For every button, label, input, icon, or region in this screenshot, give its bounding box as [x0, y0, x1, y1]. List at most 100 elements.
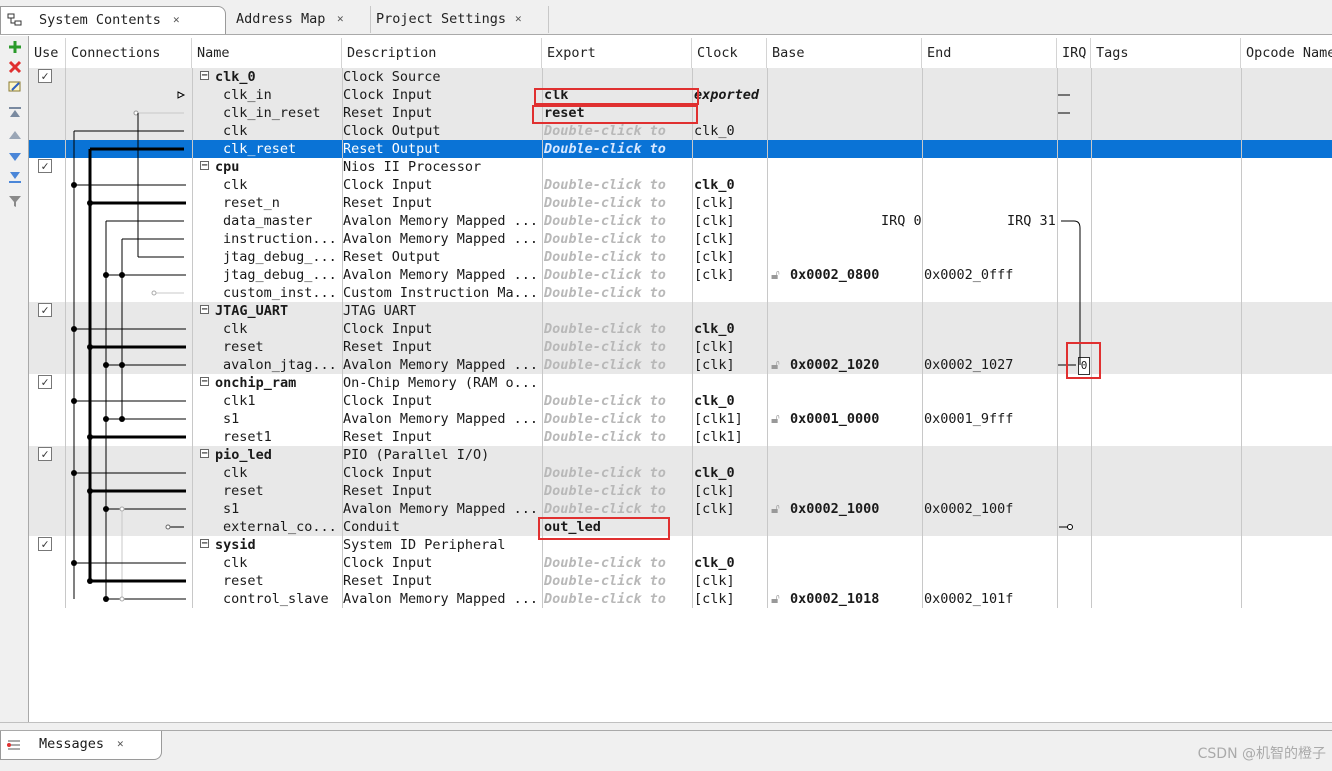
table-row[interactable]: reset Reset Input Double-click to [clk] [29, 482, 1332, 500]
close-icon[interactable]: ✕ [173, 7, 180, 33]
table-row-selected[interactable]: clk_reset Reset Output Double-click to [29, 140, 1332, 158]
lock-icon[interactable]: 🔓︎ [771, 410, 785, 428]
table-row[interactable]: jtag_debug_... Avalon Memory Mapped ... … [29, 266, 1332, 284]
collapse-icon[interactable]: − [200, 161, 209, 171]
table-row[interactable]: s1 Avalon Memory Mapped ... Double-click… [29, 500, 1332, 518]
move-top-icon[interactable] [7, 106, 23, 120]
row-export[interactable]: Double-click to [544, 500, 690, 518]
col-name[interactable]: Name [192, 38, 342, 68]
row-export[interactable]: Double-click to [544, 122, 690, 140]
row-export[interactable]: Double-click to [544, 392, 690, 410]
row-export[interactable]: Double-click to [544, 194, 690, 212]
tab-messages[interactable]: Messages ✕ [0, 731, 162, 760]
lock-icon[interactable]: 🔓︎ [771, 590, 785, 608]
col-irq[interactable]: IRQ [1057, 38, 1091, 68]
close-icon[interactable]: ✕ [337, 6, 344, 32]
edit-icon[interactable] [7, 80, 23, 94]
collapse-icon[interactable]: − [200, 377, 209, 387]
table-row[interactable]: reset Reset Input Double-click to [clk] [29, 338, 1332, 356]
row-export[interactable]: Double-click to [544, 554, 690, 572]
connections-diagram[interactable] [66, 68, 192, 608]
tab-system-contents[interactable]: System Contents ✕ [0, 6, 226, 34]
use-checkbox[interactable]: ✓ [38, 447, 52, 461]
row-export[interactable]: Double-click to [544, 482, 690, 500]
use-checkbox[interactable]: ✓ [38, 69, 52, 83]
row-export[interactable]: Double-click to [544, 338, 690, 356]
table-row[interactable]: clk Clock Input Double-click to clk_0 [29, 464, 1332, 482]
remove-icon[interactable] [7, 60, 23, 74]
row-export[interactable]: Double-click to [544, 410, 690, 428]
row-export[interactable]: Double-click to [544, 428, 690, 446]
module-row-jtag-uart[interactable]: ✓ − JTAG_UART JTAG UART [29, 302, 1332, 320]
row-base[interactable]: 0x0002_1000 [790, 500, 920, 518]
col-description[interactable]: Description [342, 38, 542, 68]
use-checkbox[interactable]: ✓ [38, 159, 52, 173]
row-export[interactable]: Double-click to [544, 464, 690, 482]
table-row[interactable]: clk Clock Output Double-click to clk_0 [29, 122, 1332, 140]
col-connections[interactable]: Connections [66, 38, 192, 68]
table-row[interactable]: reset Reset Input Double-click to [clk] [29, 572, 1332, 590]
module-row-pio-led[interactable]: ✓ − pio_led PIO (Parallel I/O) [29, 446, 1332, 464]
row-base[interactable]: 0x0002_1020 [790, 356, 920, 374]
tab-address-map[interactable]: Address Map ✕ [214, 6, 371, 33]
use-checkbox[interactable]: ✓ [38, 537, 52, 551]
row-export[interactable]: Double-click to [544, 176, 690, 194]
collapse-icon[interactable]: − [200, 539, 209, 549]
table-row[interactable]: clk Clock Input Double-click to clk_0 [29, 554, 1332, 572]
collapse-icon[interactable]: − [200, 71, 209, 81]
row-export[interactable]: Double-click to [544, 320, 690, 338]
col-export[interactable]: Export [542, 38, 692, 68]
lock-icon[interactable]: 🔓︎ [771, 266, 785, 284]
row-export[interactable]: Double-click to [544, 212, 690, 230]
row-export[interactable]: Double-click to [544, 230, 690, 248]
table-row[interactable]: clk Clock Input Double-click to clk_0 [29, 176, 1332, 194]
table-row[interactable]: reset1 Reset Input Double-click to [clk1… [29, 428, 1332, 446]
use-checkbox[interactable]: ✓ [38, 303, 52, 317]
close-icon[interactable]: ✕ [515, 6, 522, 32]
row-base[interactable]: 0x0001_0000 [790, 410, 920, 428]
row-export[interactable]: Double-click to [544, 266, 690, 284]
module-row-onchip-ram[interactable]: ✓ − onchip_ram On-Chip Memory (RAM o... [29, 374, 1332, 392]
table-row[interactable]: reset_n Reset Input Double-click to [clk… [29, 194, 1332, 212]
table-row[interactable]: control_slave Avalon Memory Mapped ... D… [29, 590, 1332, 608]
use-checkbox[interactable]: ✓ [38, 375, 52, 389]
table-row[interactable]: external_co... Conduit out_led [29, 518, 1332, 536]
col-opcode-name[interactable]: Opcode Name [1241, 38, 1332, 68]
add-icon[interactable] [7, 40, 23, 54]
collapse-icon[interactable]: − [200, 305, 209, 315]
row-export[interactable]: Double-click to [544, 140, 690, 158]
table-row[interactable]: custom_inst... Custom Instruction Ma... … [29, 284, 1332, 302]
module-row-sysid[interactable]: ✓ − sysid System ID Peripheral [29, 536, 1332, 554]
module-row-clk-0[interactable]: ✓ − clk_0 Clock Source [29, 68, 1332, 86]
table-row[interactable]: avalon_jtag... Avalon Memory Mapped ... … [29, 356, 1332, 375]
table-row[interactable]: data_master Avalon Memory Mapped ... Dou… [29, 212, 1332, 230]
table-row[interactable]: instruction... Avalon Memory Mapped ... … [29, 230, 1332, 248]
module-row-cpu[interactable]: ✓ − cpu Nios II Processor [29, 158, 1332, 176]
row-base[interactable]: 0x0002_1018 [790, 590, 920, 608]
col-use[interactable]: Use [29, 38, 66, 68]
tab-project-settings[interactable]: Project Settings ✕ [360, 6, 549, 33]
row-export[interactable]: Double-click to [544, 356, 690, 374]
move-up-icon[interactable] [7, 128, 23, 142]
row-export[interactable]: Double-click to [544, 572, 690, 590]
col-end[interactable]: End [922, 38, 1057, 68]
collapse-icon[interactable]: − [200, 449, 209, 459]
filter-icon[interactable] [7, 194, 23, 208]
table-row[interactable]: clk Clock Input Double-click to clk_0 [29, 320, 1332, 338]
close-icon[interactable]: ✕ [117, 737, 124, 750]
lock-icon[interactable]: 🔓︎ [771, 356, 785, 374]
row-export[interactable]: Double-click to [544, 590, 690, 608]
col-clock[interactable]: Clock [692, 38, 767, 68]
row-export[interactable]: Double-click to [544, 248, 690, 266]
col-tags[interactable]: Tags [1091, 38, 1241, 68]
lock-icon[interactable]: 🔓︎ [771, 500, 785, 518]
move-bottom-icon[interactable] [7, 170, 23, 184]
row-export[interactable]: Double-click to [544, 284, 690, 302]
col-base[interactable]: Base [767, 38, 922, 68]
table-row[interactable]: clk1 Clock Input Double-click to clk_0 [29, 392, 1332, 410]
irq-connections[interactable] [1058, 68, 1091, 608]
table-row[interactable]: s1 Avalon Memory Mapped ... Double-click… [29, 410, 1332, 428]
move-down-icon[interactable] [7, 150, 23, 164]
table-row[interactable]: jtag_debug_... Reset Output Double-click… [29, 248, 1332, 266]
row-base[interactable]: 0x0002_0800 [790, 266, 920, 284]
